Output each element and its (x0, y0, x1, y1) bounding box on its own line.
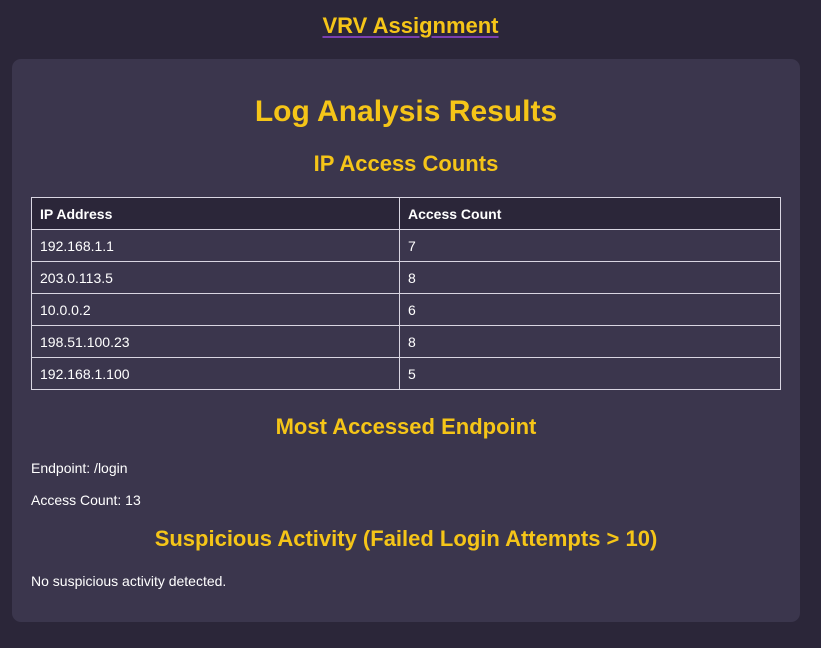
ip-address-cell: 198.51.100.23 (31, 325, 400, 358)
suspicious-activity-message: No suspicious activity detected. (31, 573, 227, 589)
suspicious-activity-heading: Suspicious Activity (Failed Login Attemp… (154, 526, 658, 551)
ip-address-cell: 192.168.1.100 (31, 357, 400, 390)
access-count-cell: 8 (399, 261, 781, 294)
table-row: 10.0.0.2 6 (31, 293, 781, 326)
table-row: 198.51.100.23 8 (31, 325, 781, 358)
access-count-cell: 6 (399, 293, 781, 326)
ip-address-cell: 10.0.0.2 (31, 293, 400, 326)
access-count-cell: 5 (399, 357, 781, 390)
site-header: VRV Assignment (0, 0, 821, 52)
table-row: 192.168.1.100 5 (31, 357, 781, 390)
table-row: 203.0.113.5 8 (31, 261, 781, 294)
site-title-link[interactable]: VRV Assignment (322, 13, 498, 39)
results-card: Log Analysis Results IP Access Counts IP… (12, 59, 800, 622)
most-accessed-endpoint-heading: Most Accessed Endpoint (275, 414, 537, 439)
ip-address-cell: 192.168.1.1 (31, 229, 400, 262)
access-count-cell: 8 (399, 325, 781, 358)
ip-address-cell: 203.0.113.5 (31, 261, 400, 294)
ip-access-table: IP Address Access Count 192.168.1.1 7 20… (31, 197, 781, 390)
column-header-access-count: Access Count (399, 197, 781, 230)
table-row: 192.168.1.1 7 (31, 229, 781, 262)
ip-access-counts-heading: IP Access Counts (313, 151, 499, 176)
table-header-row: IP Address Access Count (31, 197, 781, 230)
access-count-cell: 7 (399, 229, 781, 262)
page-title: Log Analysis Results (254, 95, 558, 128)
column-header-ip-address: IP Address (31, 197, 400, 230)
endpoint-value: Endpoint: /login (31, 460, 128, 476)
endpoint-access-count: Access Count: 13 (31, 492, 141, 508)
